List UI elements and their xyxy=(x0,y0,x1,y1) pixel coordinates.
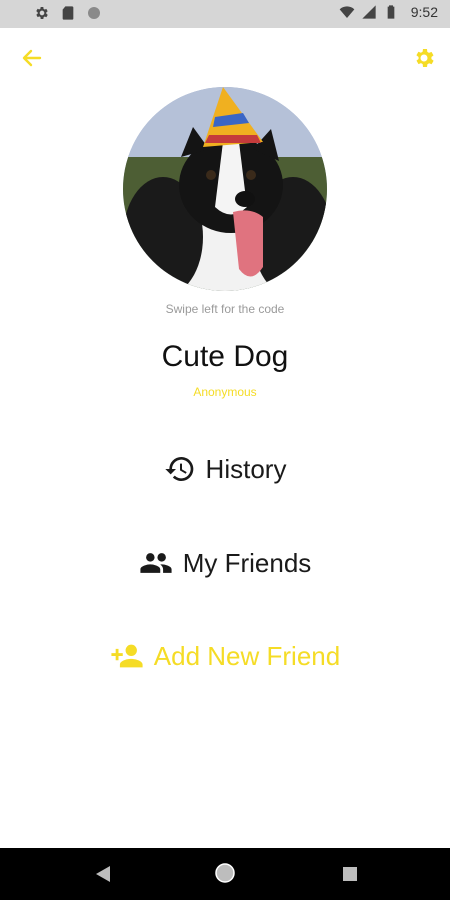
navigation-bar xyxy=(0,848,450,900)
battery-icon xyxy=(387,5,395,19)
add-new-friend-label: Add New Friend xyxy=(153,640,341,671)
nav-home-button[interactable] xyxy=(214,862,236,889)
my-friends-button[interactable]: My Friends xyxy=(0,546,450,580)
history-icon xyxy=(164,457,193,481)
circle-icon xyxy=(88,7,100,19)
add-new-friend-button[interactable]: Add New Friend xyxy=(0,639,450,673)
nav-recents-button[interactable] xyxy=(342,866,358,887)
gear-icon xyxy=(416,49,434,67)
history-button[interactable]: History xyxy=(0,453,450,485)
nav-back-button[interactable] xyxy=(94,864,112,889)
nav-home-icon xyxy=(215,863,235,883)
arrow-left-icon xyxy=(22,49,42,67)
profile-name: Cute Dog xyxy=(161,340,289,373)
gear-icon xyxy=(36,7,48,19)
wifi-icon xyxy=(339,6,355,18)
people-icon xyxy=(140,553,172,573)
nav-back-icon xyxy=(96,866,110,882)
sd-card-icon xyxy=(62,6,74,20)
status-left-icons xyxy=(34,5,102,21)
settings-button[interactable] xyxy=(412,46,436,70)
status-right-icons: 9:52 xyxy=(339,4,438,20)
back-button[interactable] xyxy=(20,46,44,70)
status-time: 9:52 xyxy=(410,4,438,20)
nav-recents-icon xyxy=(343,867,357,881)
profile-avatar[interactable] xyxy=(123,87,327,291)
my-friends-label: My Friends xyxy=(182,547,312,578)
profile-status: Anonymous xyxy=(193,385,257,399)
person-add-icon xyxy=(111,644,143,668)
history-label: History xyxy=(205,453,287,484)
signal-icon xyxy=(362,5,376,19)
status-bar: 9:52 xyxy=(0,0,450,28)
swipe-hint: Swipe left for the code xyxy=(165,302,285,316)
